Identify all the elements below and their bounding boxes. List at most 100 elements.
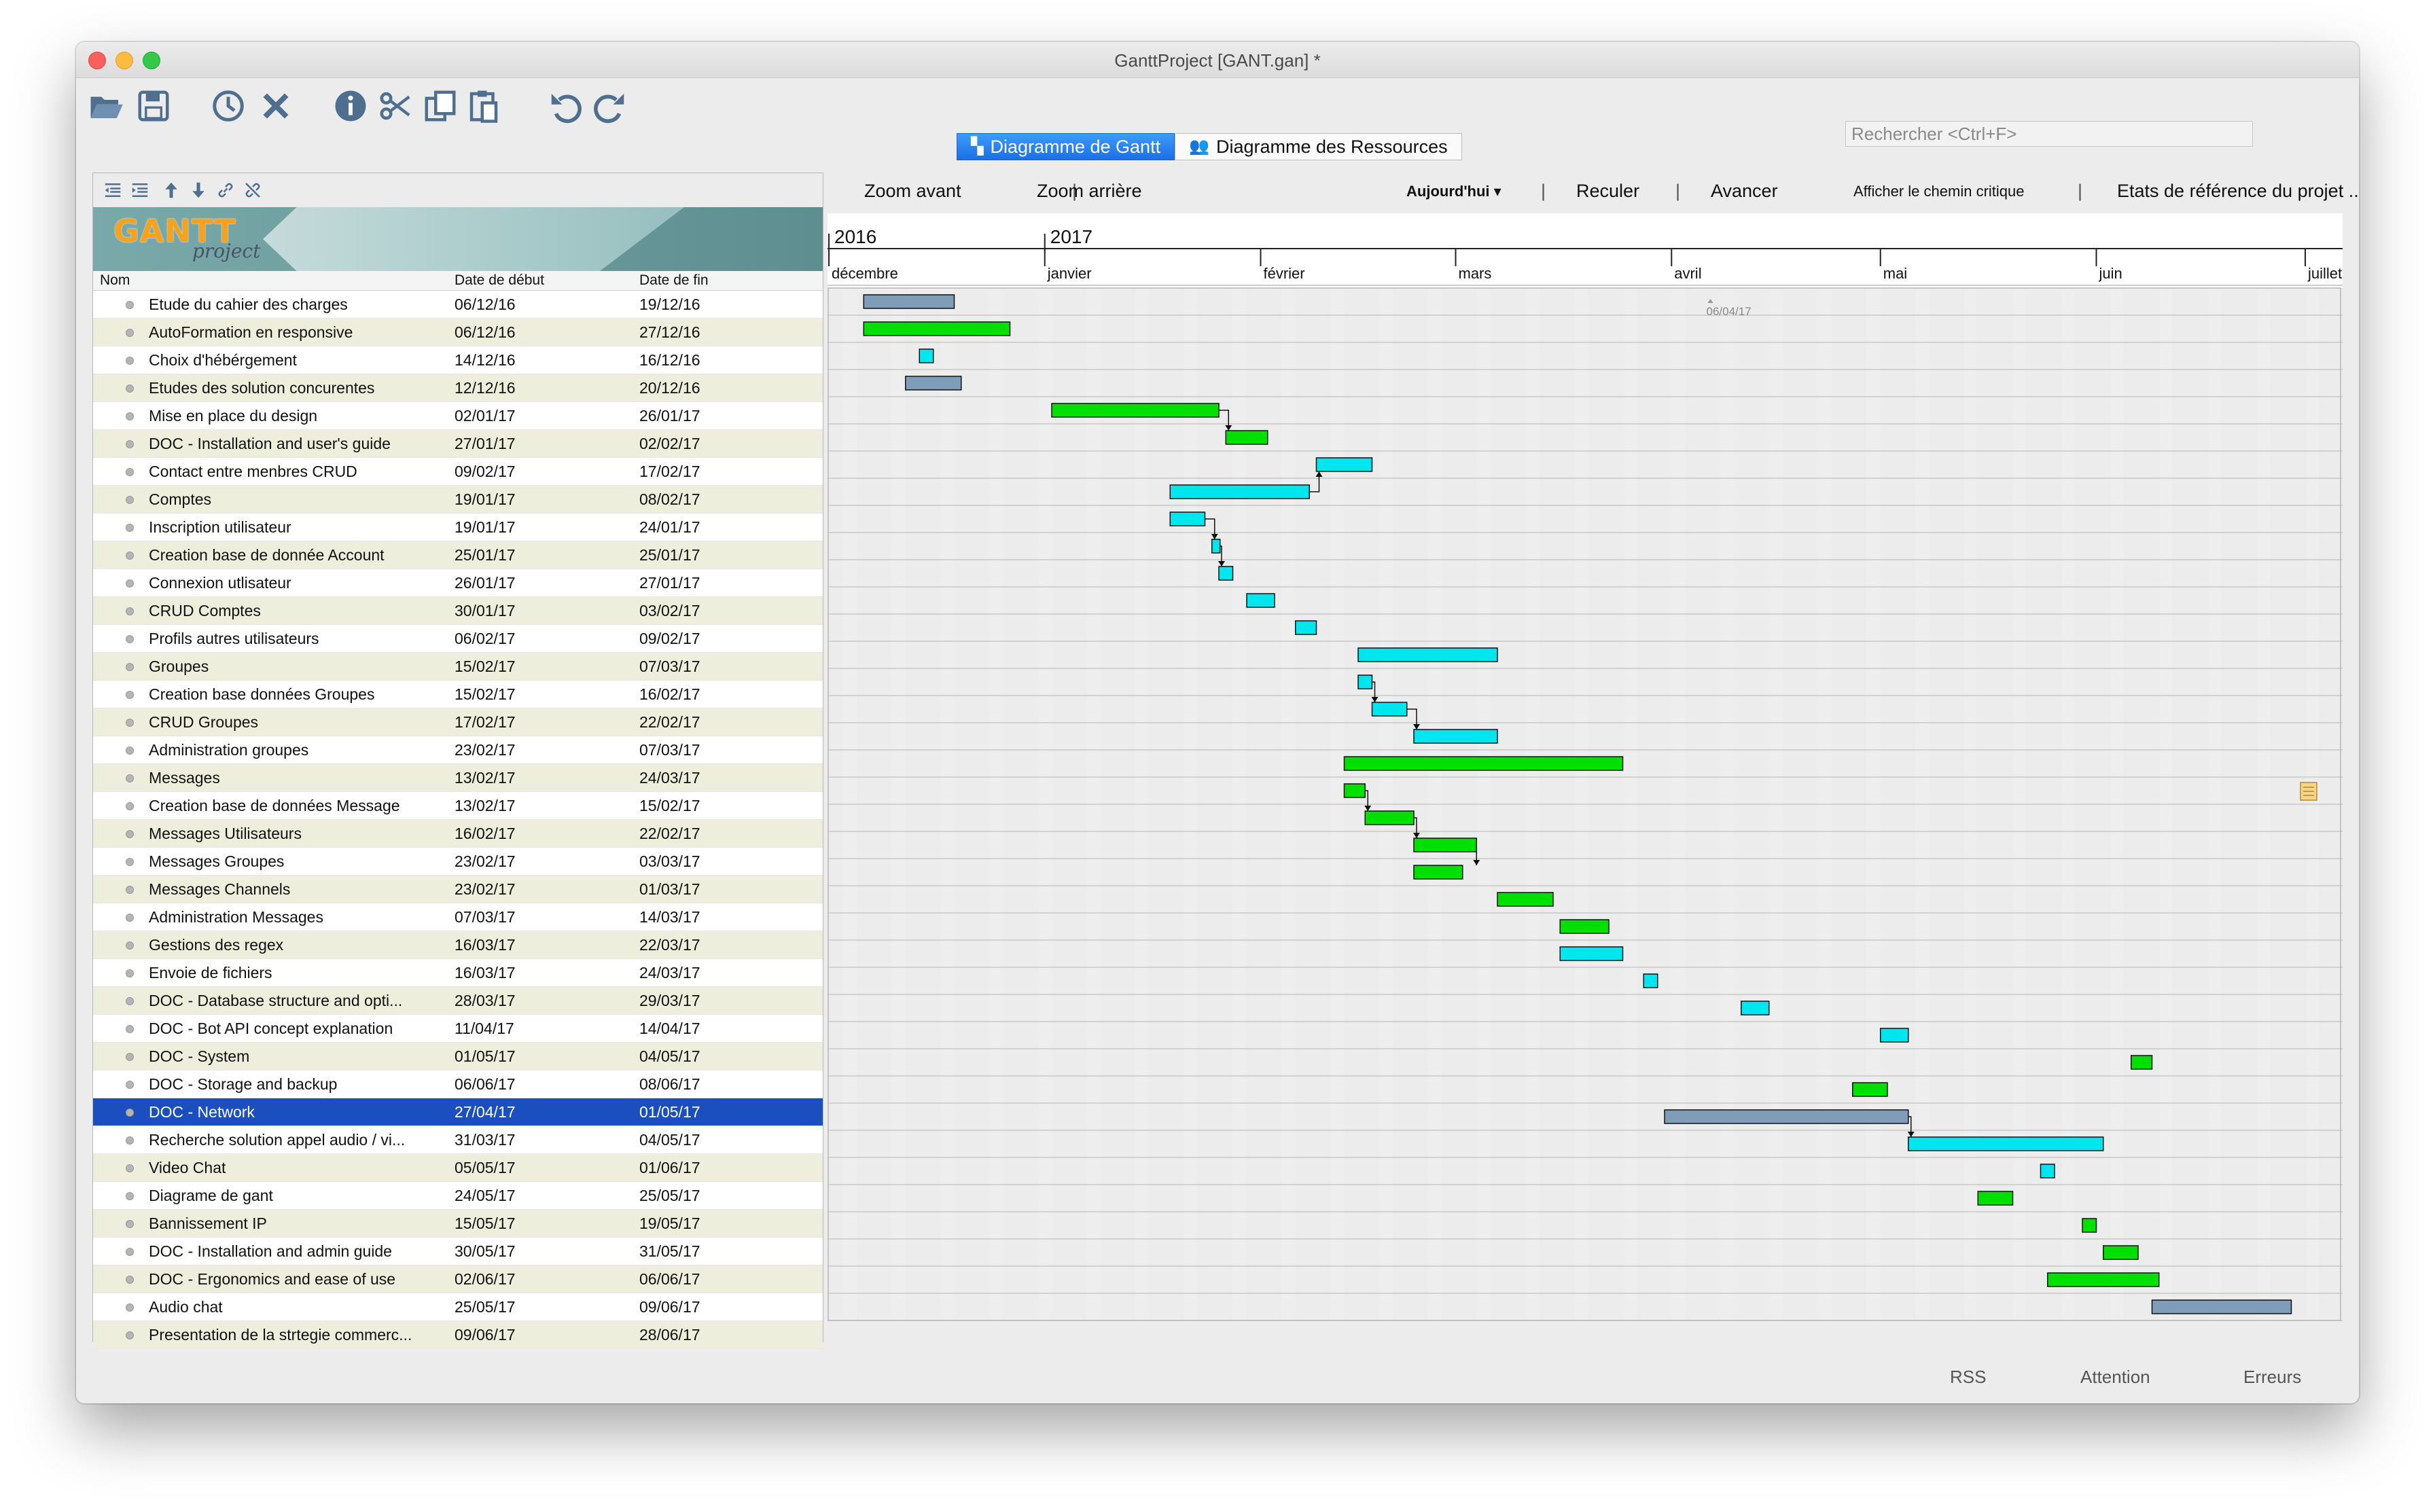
task-name[interactable]: Connexion utlisateur [149,569,455,596]
cut-icon[interactable] [375,86,416,126]
task-row[interactable]: Messages Utilisateurs 16/02/17 22/02/17 [93,820,823,848]
task-end-date[interactable]: 31/05/17 [639,1238,700,1265]
task-end-date[interactable]: 17/02/17 [639,458,700,485]
task-row[interactable]: Messages 13/02/17 24/03/17 [93,764,823,792]
task-end-date[interactable]: 09/02/17 [639,625,700,652]
task-name[interactable]: Creation base de données Message [149,792,455,819]
task-end-date[interactable]: 15/02/17 [639,792,700,819]
task-end-date[interactable]: 09/06/17 [639,1293,700,1320]
task-end-date[interactable]: 26/01/17 [639,402,700,429]
task-name[interactable]: Messages [149,764,455,791]
task-row[interactable]: Choix d'hébérgement 14/12/16 16/12/16 [93,346,823,374]
task-row[interactable]: Connexion utlisateur 26/01/17 27/01/17 [93,569,823,597]
task-end-date[interactable]: 24/01/17 [639,514,700,541]
task-name[interactable]: DOC - Installation and admin guide [149,1238,455,1265]
task-name[interactable]: Administration groupes [149,736,455,763]
task-start-date[interactable]: 30/01/17 [455,597,516,624]
task-name[interactable]: DOC - Database structure and opti... [149,987,455,1014]
task-start-date[interactable]: 27/04/17 [455,1098,516,1126]
task-start-date[interactable]: 15/02/17 [455,653,516,680]
task-start-date[interactable]: 17/02/17 [455,708,516,736]
task-start-date[interactable]: 05/05/17 [455,1154,516,1181]
task-start-date[interactable]: 28/03/17 [455,987,516,1014]
task-row[interactable]: Administration Messages 07/03/17 14/03/17 [93,903,823,931]
task-start-date[interactable]: 16/02/17 [455,820,516,847]
task-name[interactable]: Messages Utilisateurs [149,820,455,847]
task-row[interactable]: Recherche solution appel audio / vi... 31… [93,1126,823,1154]
task-name[interactable]: Mise en place du design [149,402,455,429]
task-end-date[interactable]: 22/02/17 [639,820,700,847]
task-start-date[interactable]: 19/01/17 [455,486,516,513]
task-end-date[interactable]: 25/01/17 [639,541,700,569]
task-start-date[interactable]: 13/02/17 [455,792,516,819]
attention-link[interactable]: Attention [2080,1367,2150,1388]
task-row[interactable]: Creation base données Groupes 15/02/17 16/… [93,681,823,708]
task-name[interactable]: AutoFormation en responsive [149,319,455,346]
task-name[interactable]: Diagrame de gant [149,1182,455,1209]
delete-icon[interactable] [255,86,296,126]
zoom-out-button[interactable]: Zoom arrière [1037,181,1142,202]
baselines-button[interactable]: Etats de référence du projet ... [2117,181,2359,202]
task-end-date[interactable]: 14/03/17 [639,903,700,931]
task-start-date[interactable]: 15/02/17 [455,681,516,708]
task-start-date[interactable]: 12/12/16 [455,374,516,401]
task-end-date[interactable]: 24/03/17 [639,764,700,791]
task-end-date[interactable]: 27/01/17 [639,569,700,596]
task-row[interactable]: CRUD Comptes 30/01/17 03/02/17 [93,597,823,625]
task-row[interactable]: AutoFormation en responsive 06/12/16 27/12… [93,319,823,346]
task-end-date[interactable]: 08/06/17 [639,1070,700,1098]
task-end-date[interactable]: 22/03/17 [639,931,700,958]
task-name[interactable]: Creation base données Groupes [149,681,455,708]
task-start-date[interactable]: 27/01/17 [455,430,516,457]
task-end-date[interactable]: 19/05/17 [639,1210,700,1237]
task-start-date[interactable]: 16/03/17 [455,931,516,958]
task-end-date[interactable]: 03/02/17 [639,597,700,624]
task-name[interactable]: Creation base de donnée Account [149,541,455,569]
task-row[interactable]: Envoie de fichiers 16/03/17 24/03/17 [93,959,823,987]
task-name[interactable]: Audio chat [149,1293,455,1320]
task-name[interactable]: Recherche solution appel audio / vi... [149,1126,455,1153]
column-end-header[interactable]: Date de fin [639,272,709,289]
task-name[interactable]: Etude du cahier des charges [149,291,455,318]
task-end-date[interactable]: 03/03/17 [639,848,700,875]
task-end-date[interactable]: 01/03/17 [639,876,700,903]
task-name[interactable]: Video Chat [149,1154,455,1181]
redo-icon[interactable] [590,86,630,126]
task-name[interactable]: Inscription utilisateur [149,514,455,541]
save-icon[interactable] [133,86,174,126]
task-start-date[interactable]: 09/06/17 [455,1321,516,1348]
task-end-date[interactable]: 04/05/17 [639,1126,700,1153]
task-start-date[interactable]: 26/01/17 [455,569,516,596]
task-end-date[interactable]: 25/05/17 [639,1182,700,1209]
task-row[interactable]: DOC - Storage and backup 06/06/17 08/06/17 [93,1070,823,1098]
task-start-date[interactable]: 31/03/17 [455,1126,516,1153]
task-name[interactable]: Bannissement IP [149,1210,455,1237]
task-end-date[interactable]: 07/03/17 [639,736,700,763]
task-name[interactable]: CRUD Groupes [149,708,455,736]
task-start-date[interactable]: 23/02/17 [455,876,516,903]
task-end-date[interactable]: 24/03/17 [639,959,700,986]
task-start-date[interactable]: 30/05/17 [455,1238,516,1265]
task-name[interactable]: DOC - System [149,1043,455,1070]
task-start-date[interactable]: 06/12/16 [455,319,516,346]
indent-icon[interactable] [130,180,150,200]
critical-path-button[interactable]: Afficher le chemin critique [1853,183,2025,200]
task-row[interactable]: DOC - Installation and admin guide 30/05/… [93,1238,823,1265]
task-row[interactable]: Gestions des regex 16/03/17 22/03/17 [93,931,823,959]
undo-icon[interactable] [545,86,586,126]
info-icon[interactable] [330,86,371,126]
search-input[interactable]: Rechercher <Ctrl+F> [1845,121,2253,147]
move-up-icon[interactable] [161,180,181,200]
task-name[interactable]: DOC - Ergonomics and ease of use [149,1265,455,1293]
task-start-date[interactable]: 16/03/17 [455,959,516,986]
task-start-date[interactable]: 14/12/16 [455,346,516,374]
task-row[interactable]: Etudes des solution concurentes 12/12/16 2… [93,374,823,402]
task-row[interactable]: Video Chat 05/05/17 01/06/17 [93,1154,823,1182]
task-start-date[interactable]: 24/05/17 [455,1182,516,1209]
task-start-date[interactable]: 06/12/16 [455,291,516,318]
paste-icon[interactable] [463,86,504,126]
task-end-date[interactable]: 19/12/16 [639,291,700,318]
task-start-date[interactable]: 07/03/17 [455,903,516,931]
task-name[interactable]: Etudes des solution concurentes [149,374,455,401]
task-row[interactable]: Diagrame de gant 24/05/17 25/05/17 [93,1182,823,1210]
